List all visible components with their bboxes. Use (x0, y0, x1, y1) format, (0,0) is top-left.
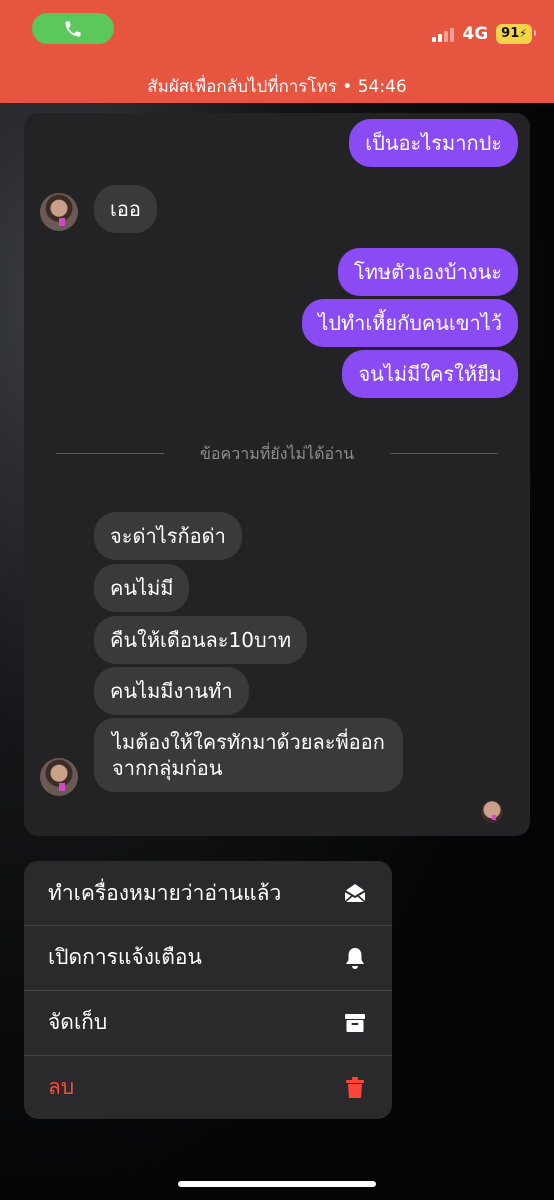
message-bubble-incoming: จะด่าไรก้อด่า (94, 512, 242, 560)
return-to-call-banner[interactable]: สัมผัสเพื่อกลับไปที่การโทร • 54:46 (0, 73, 554, 100)
cellular-signal-icon (432, 26, 455, 42)
message-bubble-incoming: คนไม่มี (94, 564, 190, 612)
network-type: 4G (462, 24, 489, 44)
menu-item-label: ลบ (48, 1075, 75, 1099)
battery-indicator: 91⚡︎ (496, 24, 536, 44)
trash-icon (342, 1075, 368, 1101)
read-receipt-avatar (481, 801, 503, 823)
message-line: จากกลุ่มก่อน (112, 756, 223, 780)
archive-icon (342, 1010, 368, 1036)
message-bubble-outgoing: จนไม่มีใครให้ยืม (342, 350, 518, 398)
menu-item-label: เปิดการแจ้งเตือน (48, 945, 202, 969)
delete-menu-item[interactable]: ลบ (24, 1055, 392, 1119)
call-status-bar[interactable]: 4G 91⚡︎ สัมผัสเพื่อกลับไปที่การโทร • 54:… (0, 0, 554, 103)
message-line: ไมต้องให้ใครทักมาด้วยละพี่ออก (112, 730, 385, 754)
envelope-open-icon (342, 880, 368, 906)
context-menu: ทำเครื่องหมายว่าอ่านแล้ว เปิดการแจ้งเตือ… (24, 861, 392, 1119)
menu-item-label: ทำเครื่องหมายว่าอ่านแล้ว (48, 880, 282, 905)
contact-avatar (40, 758, 78, 796)
message-bubble-outgoing: โทษตัวเองบ้างนะ (337, 248, 518, 296)
message-bubble-incoming: คนไมมีงานทำ (94, 667, 249, 715)
message-bubble-outgoing: เป็นอะไรมากปะ (349, 119, 518, 167)
message-bubble-incoming: เออ (94, 185, 157, 233)
contact-avatar (40, 193, 78, 231)
message-bubble-incoming: คืนให้เดือนละ10บาท (94, 616, 308, 664)
conversation-preview[interactable]: เป็นอะไรมากปะ เออ โทษตัวเองบ้างนะ ไปทำเห… (24, 113, 530, 836)
message-bubble-incoming: ไมต้องให้ใครทักมาด้วยละพี่ออก จากกลุ่มก่… (94, 718, 403, 792)
home-indicator[interactable] (178, 1181, 376, 1187)
phone-icon (65, 21, 81, 36)
unread-divider-label: ข้อความที่ยังไม่ได้อ่าน (199, 444, 355, 463)
enable-notifications-menu-item[interactable]: เปิดการแจ้งเตือน (24, 925, 392, 989)
bell-icon (342, 945, 368, 971)
mark-as-read-menu-item[interactable]: ทำเครื่องหมายว่าอ่านแล้ว (24, 861, 392, 925)
archive-menu-item[interactable]: จัดเก็บ (24, 990, 392, 1054)
menu-item-label: จัดเก็บ (48, 1010, 108, 1034)
active-call-pill[interactable] (32, 13, 114, 44)
message-bubble-outgoing: ไปทำเหี้ยกับคนเขาไว้ (302, 299, 518, 347)
